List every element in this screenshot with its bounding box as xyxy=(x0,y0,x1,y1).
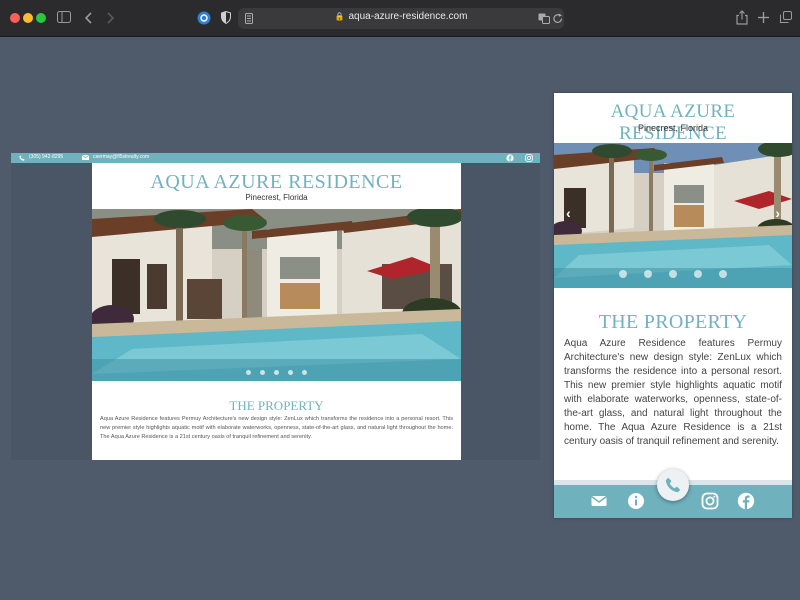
zoom-window-button[interactable] xyxy=(36,13,46,23)
hero-carousel[interactable]: ‹ › xyxy=(554,143,792,288)
carousel-dot[interactable] xyxy=(619,270,627,278)
forward-icon[interactable] xyxy=(106,12,114,24)
new-tab-icon[interactable] xyxy=(758,12,769,23)
topbar-phone[interactable]: (305) 942-8295 xyxy=(29,154,63,160)
info-icon[interactable] xyxy=(627,492,645,510)
mail-icon xyxy=(82,155,89,160)
tabs-icon[interactable] xyxy=(780,11,792,23)
extension-icon[interactable] xyxy=(197,11,211,25)
facebook-icon[interactable] xyxy=(737,492,755,510)
share-icon[interactable] xyxy=(736,10,748,25)
desktop-page: AQUA AZURE RESIDENCE Pinecrest, Florida xyxy=(92,163,461,460)
carousel-dot[interactable] xyxy=(302,370,307,375)
site-location: Pinecrest, Florida xyxy=(245,193,308,202)
topbar-email[interactable]: caermay@fl5strealty.com xyxy=(93,154,149,160)
hero-image xyxy=(554,143,792,288)
carousel-dot[interactable] xyxy=(246,370,251,375)
carousel-dot[interactable] xyxy=(644,270,652,278)
mobile-preview: AQUA AZURE RESIDENCE Pinecrest, Florida xyxy=(554,93,792,518)
mail-icon[interactable] xyxy=(590,492,608,510)
carousel-dot[interactable] xyxy=(719,270,727,278)
browser-toolbar: 🔒 aqua-azure-residence.com xyxy=(0,0,800,37)
carousel-dots xyxy=(554,270,792,278)
url-text: aqua-azure-residence.com xyxy=(348,11,468,22)
desktop-preview: (305) 942-8295 caermay@fl5strealty.com A… xyxy=(11,153,540,460)
property-description: Aqua Azure Residence features Permuy Arc… xyxy=(564,338,782,447)
facebook-icon[interactable] xyxy=(506,154,514,162)
carousel-dots xyxy=(92,370,461,375)
carousel-dot[interactable] xyxy=(288,370,293,375)
shield-icon[interactable] xyxy=(221,11,231,24)
address-bar[interactable]: 🔒 aqua-azure-residence.com xyxy=(238,8,564,29)
close-window-button[interactable] xyxy=(10,13,20,23)
chevron-left-icon[interactable]: ‹ xyxy=(566,205,571,221)
lock-icon: 🔒 xyxy=(334,12,345,21)
back-icon[interactable] xyxy=(85,12,93,24)
instagram-icon[interactable] xyxy=(701,492,719,510)
call-button[interactable] xyxy=(657,469,689,501)
site-location: Pinecrest, Florida xyxy=(637,123,709,133)
translate-icon[interactable] xyxy=(538,13,550,24)
carousel-dot[interactable] xyxy=(694,270,702,278)
carousel-dot[interactable] xyxy=(274,370,279,375)
carousel-dot[interactable] xyxy=(260,370,265,375)
site-title: AQUA AZURE RESIDENCE xyxy=(150,171,403,193)
chevron-right-icon[interactable]: › xyxy=(775,205,780,221)
phone-icon xyxy=(19,155,25,161)
sidebar-icon[interactable] xyxy=(57,11,71,23)
phone-icon xyxy=(665,477,681,493)
hero-carousel[interactable] xyxy=(92,209,461,381)
reload-icon[interactable] xyxy=(553,13,563,24)
minimize-window-button[interactable] xyxy=(23,13,33,23)
section-title: THE PROPERTY xyxy=(598,311,748,333)
instagram-icon[interactable] xyxy=(525,154,533,162)
property-description: Aqua Azure Residence features Permuy Arc… xyxy=(100,416,453,440)
section-title: THE PROPERTY xyxy=(229,398,324,413)
hero-image xyxy=(92,209,461,381)
carousel-dot[interactable] xyxy=(669,270,677,278)
contact-topbar: (305) 942-8295 caermay@fl5strealty.com xyxy=(11,153,540,163)
